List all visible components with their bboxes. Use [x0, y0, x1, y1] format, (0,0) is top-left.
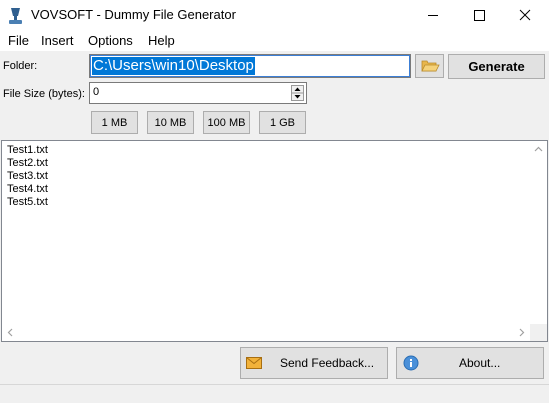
- output-lines: Test1.txt Test2.txt Test3.txt Test4.txt …: [7, 144, 48, 209]
- scroll-left-icon[interactable]: [2, 324, 19, 341]
- list-item: Test5.txt: [7, 196, 48, 208]
- menu-bar: File Insert Options Help: [0, 31, 549, 51]
- folder-label: Folder:: [3, 60, 38, 72]
- preset-10mb-button[interactable]: 10 MB: [147, 111, 194, 134]
- preset-1mb-button[interactable]: 1 MB: [91, 111, 138, 134]
- window-title: VOVSOFT - Dummy File Generator: [31, 7, 236, 22]
- scroll-right-icon[interactable]: [513, 324, 530, 341]
- about-label: About...: [459, 356, 501, 370]
- spinner-arrows-icon[interactable]: [291, 85, 304, 101]
- menu-file[interactable]: File: [8, 33, 29, 48]
- output-list[interactable]: Test1.txt Test2.txt Test3.txt Test4.txt …: [1, 140, 548, 342]
- maximize-icon: [474, 10, 485, 21]
- folder-input-value: C:\Users\win10\Desktop: [92, 57, 255, 75]
- minimize-icon: [428, 15, 438, 16]
- envelope-icon: [246, 357, 262, 369]
- file-size-label: File Size (bytes):: [3, 88, 85, 100]
- about-button[interactable]: About...: [396, 347, 544, 379]
- preset-label: 1 GB: [269, 116, 296, 129]
- vertical-scrollbar[interactable]: [530, 141, 547, 324]
- send-feedback-label: Send Feedback...: [280, 356, 375, 370]
- list-item: Test2.txt: [7, 157, 48, 169]
- preset-label: 1 MB: [101, 116, 128, 129]
- scrollbar-corner: [530, 324, 547, 341]
- minimize-button[interactable]: [410, 0, 456, 31]
- close-button[interactable]: [502, 0, 548, 31]
- status-bar: [0, 384, 549, 403]
- close-icon: [519, 9, 531, 21]
- file-size-input[interactable]: 0: [89, 82, 307, 104]
- menu-help[interactable]: Help: [148, 33, 175, 48]
- title-bar: VOVSOFT - Dummy File Generator: [0, 0, 549, 31]
- menu-insert[interactable]: Insert: [41, 33, 74, 48]
- maximize-button[interactable]: [456, 0, 502, 31]
- preset-label: 10 MB: [154, 116, 187, 129]
- send-feedback-button[interactable]: Send Feedback...: [240, 347, 388, 379]
- scroll-up-icon[interactable]: [530, 141, 547, 158]
- folder-open-icon: [421, 60, 440, 72]
- list-item: Test1.txt: [7, 144, 48, 156]
- browse-folder-button[interactable]: [415, 54, 444, 78]
- preset-100mb-button[interactable]: 100 MB: [203, 111, 250, 134]
- folder-input[interactable]: C:\Users\win10\Desktop: [89, 54, 411, 78]
- generate-button[interactable]: Generate: [448, 54, 545, 79]
- preset-label: 100 MB: [207, 116, 246, 129]
- info-icon: [403, 355, 419, 371]
- file-size-value: 0: [93, 86, 100, 98]
- generate-button-label: Generate: [468, 59, 525, 74]
- list-item: Test4.txt: [7, 183, 48, 195]
- preset-1gb-button[interactable]: 1 GB: [259, 111, 306, 134]
- horizontal-scrollbar[interactable]: [2, 324, 530, 341]
- list-item: Test3.txt: [7, 170, 48, 182]
- menu-options[interactable]: Options: [88, 33, 133, 48]
- app-icon: [9, 8, 22, 24]
